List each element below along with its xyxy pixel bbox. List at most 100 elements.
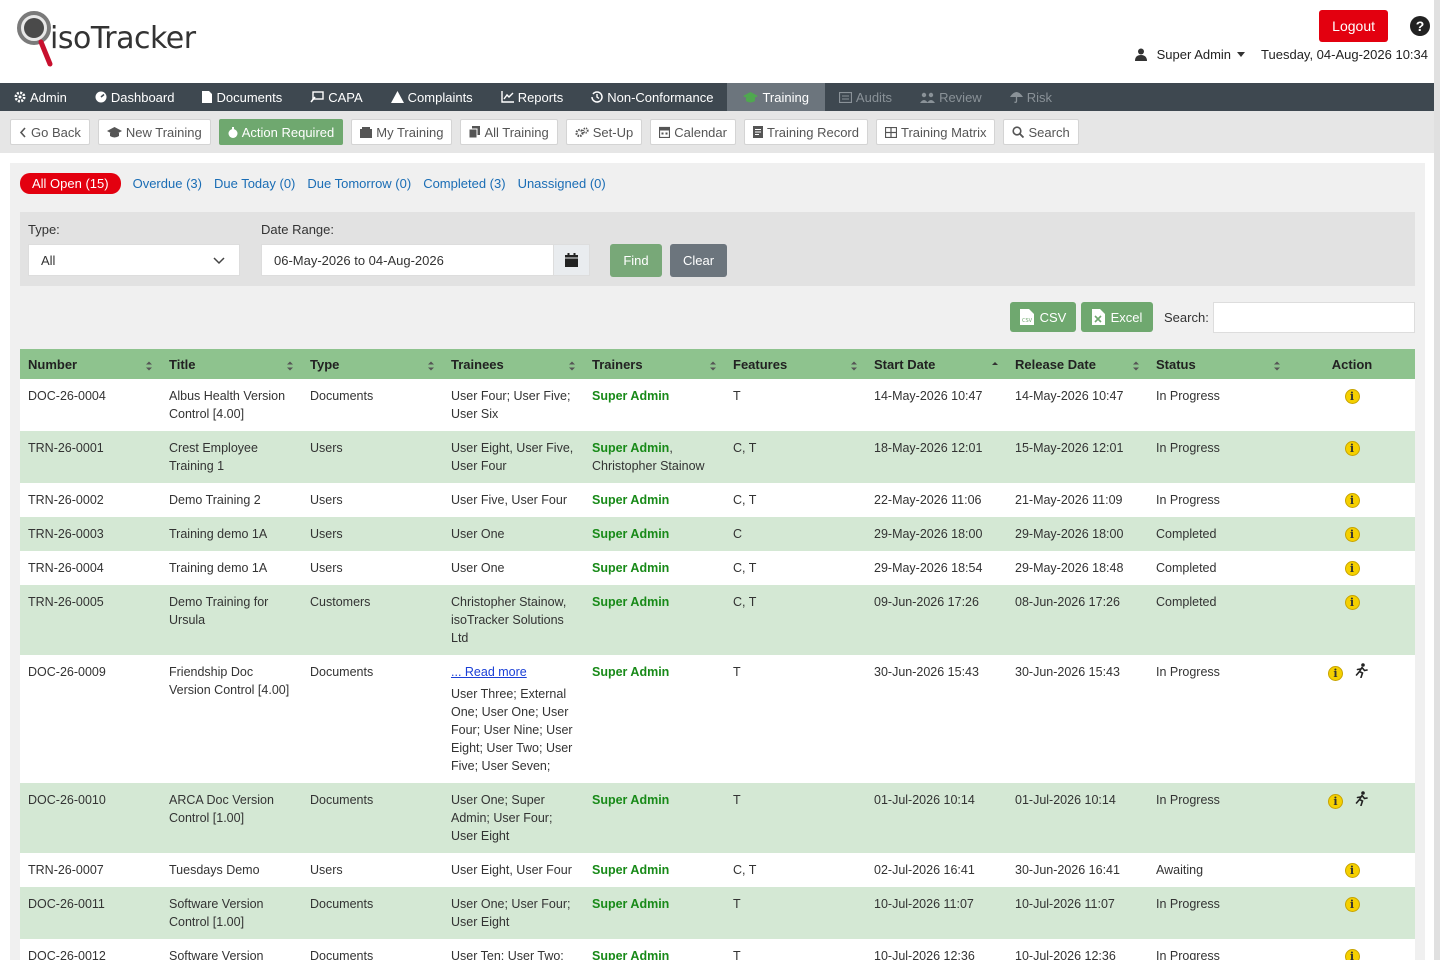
table-row[interactable]: DOC-26-0004 Albus Health Version Control …	[20, 379, 1415, 431]
magnifier-logo-icon	[14, 6, 54, 68]
table-row[interactable]: TRN-26-0007 Tuesdays Demo Users User Eight,…	[20, 853, 1415, 887]
cell-title: ARCA Doc Version Control [1.00]	[161, 783, 302, 853]
cell-status: In Progress	[1148, 655, 1289, 783]
type-select[interactable]: All	[28, 244, 240, 276]
table-row[interactable]: DOC-26-0011 Software Version Control [1.0…	[20, 887, 1415, 939]
table-row[interactable]: TRN-26-0002 Demo Training 2 Users User Five…	[20, 483, 1415, 517]
cell-features: T	[725, 939, 866, 960]
tab-due-today[interactable]: Due Today (0)	[214, 176, 295, 191]
new-training-button[interactable]: New Training	[97, 119, 211, 145]
info-icon[interactable]: i	[1344, 389, 1360, 405]
nav-review[interactable]: Review	[906, 83, 996, 111]
warning-icon	[390, 91, 404, 103]
cell-number: TRN-26-0005	[20, 585, 161, 655]
table-search-input[interactable]	[1213, 302, 1415, 333]
set-up-button[interactable]: Set-Up	[565, 119, 643, 145]
info-icon[interactable]: i	[1344, 897, 1360, 913]
column-header-release-date[interactable]: Release Date	[1007, 349, 1148, 379]
trainees-text: User Three; External One; User One; User…	[451, 687, 573, 773]
nav-admin[interactable]: Admin	[0, 83, 81, 111]
nav-training[interactable]: Training	[727, 83, 825, 111]
calendar-picker-button[interactable]	[553, 244, 590, 276]
info-icon[interactable]: i	[1328, 793, 1343, 809]
excel-export-button[interactable]: Excel	[1081, 302, 1153, 332]
csv-file-icon: CSV	[1019, 309, 1034, 325]
table-row[interactable]: TRN-26-0004 Training demo 1A Users User One…	[20, 551, 1415, 585]
sort-icon	[145, 359, 153, 374]
table-row[interactable]: TRN-26-0005 Demo Training for Ursula Custo…	[20, 585, 1415, 655]
go-back-button[interactable]: Go Back	[10, 119, 90, 145]
search-button[interactable]: Search	[1003, 119, 1079, 145]
cell-title: Tuesdays Demo	[161, 853, 302, 887]
info-icon[interactable]: i	[1344, 493, 1360, 509]
read-more-link[interactable]: ... Read more	[451, 663, 576, 681]
tab-all-open[interactable]: All Open (15)	[20, 173, 121, 194]
column-header-start-date[interactable]: Start Date	[866, 349, 1007, 379]
column-header-action[interactable]: Action	[1289, 349, 1415, 379]
cell-trainees: User One; User Four; User Eight	[443, 887, 584, 939]
csv-export-button[interactable]: CSV CSV	[1010, 302, 1076, 332]
user-menu-dropdown[interactable]: Super Admin	[1157, 47, 1246, 62]
cell-trainers: Super Admin	[584, 655, 725, 783]
action-required-button[interactable]: Action Required	[218, 119, 344, 145]
help-icon[interactable]: ?	[1410, 16, 1430, 36]
tab-completed[interactable]: Completed (3)	[423, 176, 505, 191]
table-row[interactable]: DOC-26-0010 ARCA Doc Version Control [1.0…	[20, 783, 1415, 853]
nav-documents[interactable]: Documents	[188, 83, 296, 111]
nav-reports[interactable]: Reports	[487, 83, 578, 111]
table-row[interactable]: DOC-26-0012Software Version Control Test…	[20, 939, 1415, 960]
column-header-trainers[interactable]: Trainers	[584, 349, 725, 379]
info-icon[interactable]: i	[1344, 561, 1360, 577]
nav-risk[interactable]: Risk	[996, 83, 1066, 111]
info-icon[interactable]: i	[1344, 441, 1360, 457]
training-table: Number Title Type Trainees Trainers Features S…	[20, 349, 1415, 960]
cell-trainers: Super Admin	[584, 853, 725, 887]
column-header-features[interactable]: Features	[725, 349, 866, 379]
column-header-number[interactable]: Number	[20, 349, 161, 379]
find-button[interactable]: Find	[610, 244, 662, 277]
calendar-button[interactable]: Calendar	[650, 119, 736, 145]
my-training-button[interactable]: My Training	[351, 119, 453, 145]
training-matrix-button[interactable]: Training Matrix	[876, 119, 996, 145]
training-record-button[interactable]: Training Record	[743, 119, 868, 145]
nav-capa[interactable]: CAPA	[296, 83, 376, 111]
nav-non-conformance[interactable]: Non-Conformance	[577, 83, 727, 111]
clear-button[interactable]: Clear	[670, 244, 727, 277]
user-icon	[1134, 48, 1147, 61]
info-icon[interactable]: i	[1344, 595, 1360, 611]
search-label: Search:	[1164, 310, 1209, 325]
info-icon[interactable]: i	[1344, 949, 1360, 960]
info-icon[interactable]: i	[1344, 863, 1360, 879]
date-range-input[interactable]: 06-May-2026 to 04-Aug-2026	[261, 244, 554, 276]
table-row[interactable]: TRN-26-0003 Training demo 1A Users User One…	[20, 517, 1415, 551]
column-header-trainees[interactable]: Trainees	[443, 349, 584, 379]
cell-number: DOC-26-0011	[20, 887, 161, 939]
sort-icon	[568, 359, 576, 374]
trainer-name: Super Admin	[592, 389, 670, 403]
table-row[interactable]: TRN-26-0001 Crest Employee Training 1 User…	[20, 431, 1415, 483]
table-row[interactable]: DOC-26-0009 Friendship Doc Version Contro…	[20, 655, 1415, 783]
tab-overdue[interactable]: Overdue (3)	[133, 176, 202, 191]
column-header-status[interactable]: Status	[1148, 349, 1289, 379]
nav-dashboard[interactable]: Dashboard	[81, 83, 189, 111]
page-scrollbar[interactable]	[1434, 0, 1440, 960]
nav-audits[interactable]: Audits	[825, 83, 906, 111]
column-header-type[interactable]: Type	[302, 349, 443, 379]
info-icon[interactable]: i	[1344, 527, 1360, 543]
cell-action: i	[1289, 655, 1415, 783]
capa-icon	[310, 91, 324, 103]
running-person-icon[interactable]	[1355, 791, 1368, 811]
cell-release: 21-May-2026 11:09	[1007, 483, 1148, 517]
trainer-name: Super Admin	[592, 793, 670, 807]
isotracker-logo[interactable]: isoTracker	[14, 6, 196, 68]
cell-trainees: User One; Super Admin; User Four; User E…	[443, 783, 584, 853]
column-header-title[interactable]: Title	[161, 349, 302, 379]
tab-due-tomorrow[interactable]: Due Tomorrow (0)	[307, 176, 411, 191]
nav-complaints[interactable]: Complaints	[377, 83, 487, 111]
info-icon[interactable]: i	[1328, 665, 1343, 681]
logout-button[interactable]: Logout	[1319, 10, 1388, 42]
all-training-button[interactable]: All Training	[460, 119, 558, 145]
cell-title: Crest Employee Training 1	[161, 431, 302, 483]
running-person-icon[interactable]	[1355, 663, 1368, 683]
tab-unassigned[interactable]: Unassigned (0)	[518, 176, 606, 191]
